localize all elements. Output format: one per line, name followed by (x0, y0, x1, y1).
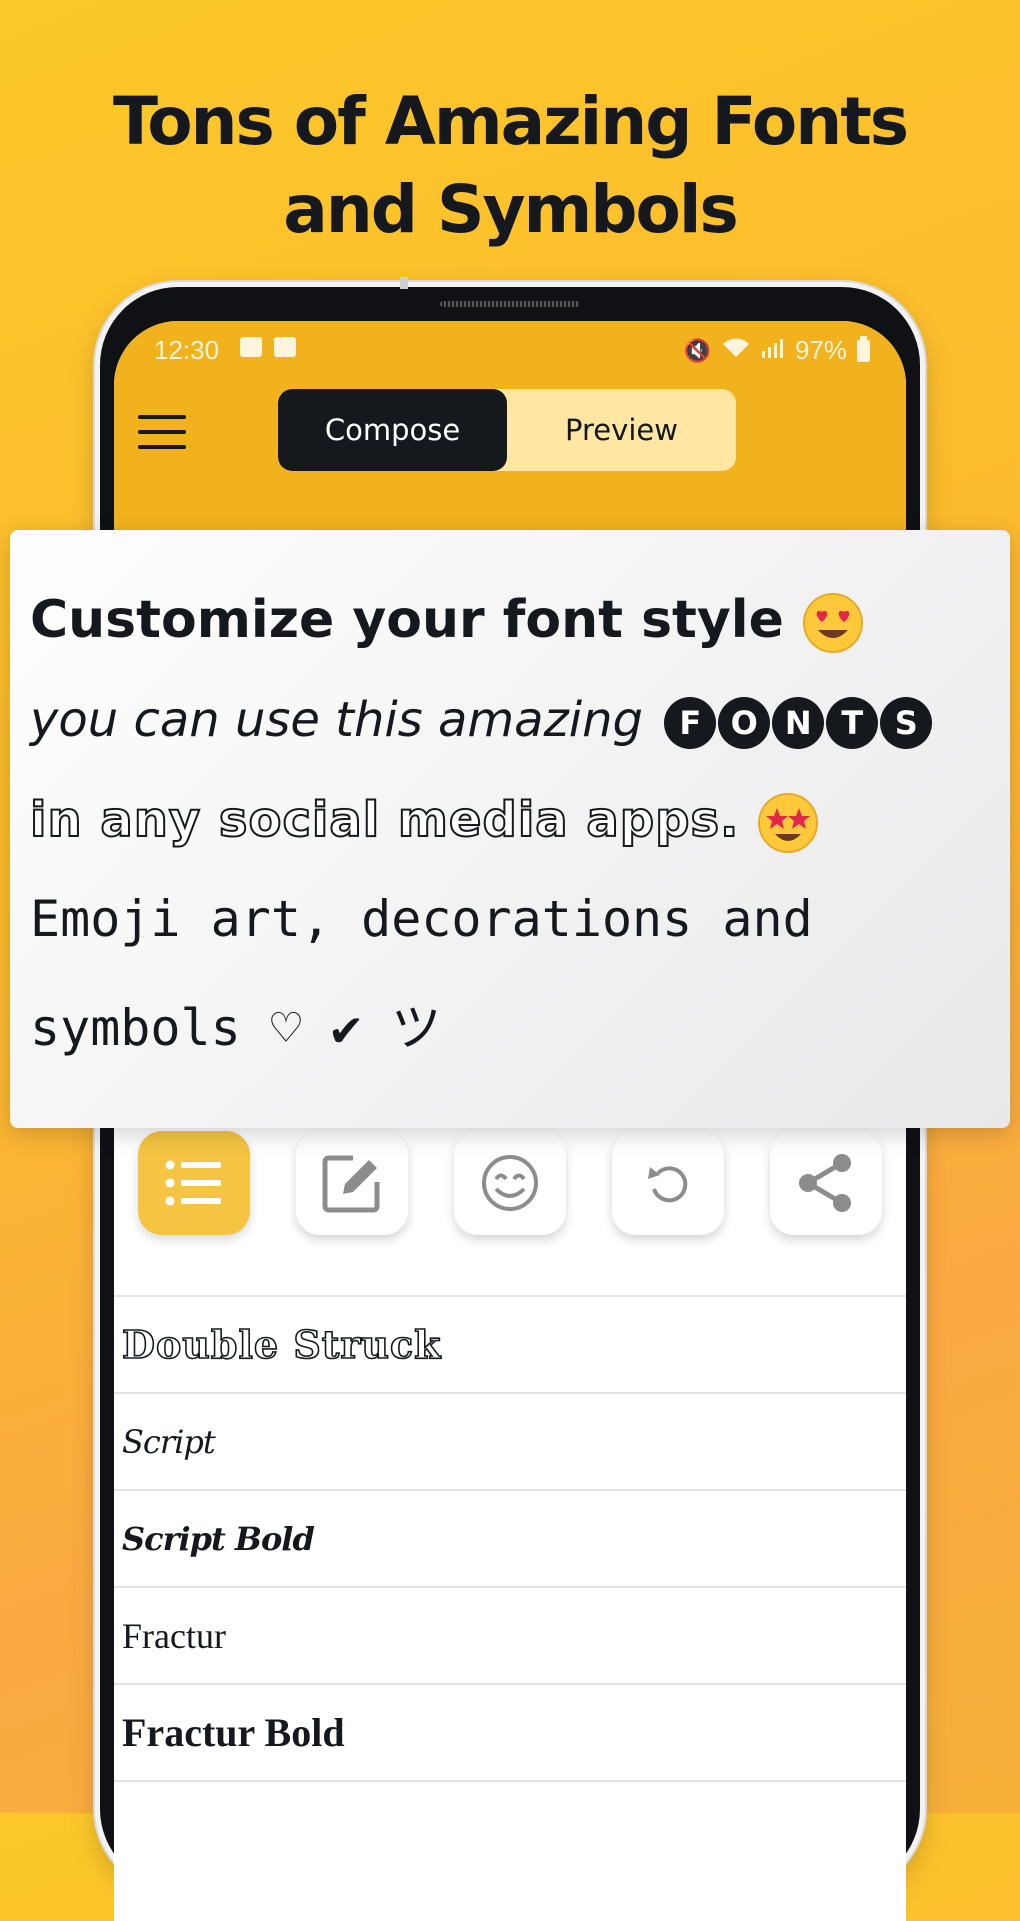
status-notification-icons (240, 337, 296, 357)
font-item-partial[interactable] (114, 1780, 906, 1877)
font-item-double-struck[interactable]: Double Struck (114, 1295, 906, 1392)
card-line-3: in any social media apps. (29, 791, 819, 854)
font-item-fractur-bold[interactable]: Fractur Bold (114, 1683, 906, 1780)
circled-letter: N (772, 697, 825, 749)
card-line-2: you can use this amazing F O N T S (30, 692, 933, 749)
menu-icon[interactable] (138, 415, 186, 449)
font-item-label: Double Struck (121, 1321, 442, 1368)
font-item-label: Script Bold (122, 1519, 315, 1558)
heart-eyes-emoji-icon (802, 593, 863, 653)
star-struck-emoji-icon (758, 793, 819, 853)
undo-button[interactable] (612, 1131, 724, 1235)
font-item-label: Script (122, 1422, 216, 1461)
status-bar: 12:30 🔇 97% (114, 321, 906, 377)
font-item-label: Fractur (122, 1615, 226, 1656)
circled-letter: O (718, 697, 771, 749)
share-icon (799, 1154, 851, 1212)
share-button[interactable] (770, 1131, 882, 1235)
font-item-label: Fractur Bold (122, 1710, 345, 1755)
circled-letter: S (880, 697, 933, 749)
headline: Tons of Amazing Fonts and Symbols (0, 78, 1020, 254)
font-item-script[interactable]: Script (114, 1392, 906, 1489)
image-notification-icon (240, 337, 262, 357)
card-line-1: Customize your font style (30, 590, 864, 654)
card-line-4: Emoji art, decorations and (30, 890, 813, 948)
circled-fonts-word: F O N T S (664, 697, 933, 749)
toolbar (114, 1131, 906, 1271)
preview-text-card: Customize your font style you can use th… (10, 530, 1010, 1128)
phone-speaker-grille (440, 301, 580, 307)
signal-icon (761, 337, 785, 365)
edit-button[interactable] (296, 1131, 408, 1235)
mode-toggle: Compose Preview (278, 389, 736, 471)
card-line-1-text: Customize your font style (30, 590, 784, 650)
headline-line-1: Tons of Amazing Fonts (112, 83, 909, 160)
edit-icon (322, 1155, 380, 1213)
font-list-button[interactable] (138, 1131, 250, 1235)
list-icon (165, 1160, 221, 1206)
font-style-list: Double Struck Script Script Bold Fractur… (114, 1295, 906, 1877)
card-line-3-text: in any social media apps. (29, 791, 740, 849)
status-time: 12:30 (154, 335, 220, 365)
check-notification-icon (274, 337, 296, 357)
headline-line-2: and Symbols (283, 171, 739, 248)
emoji-icon (482, 1155, 538, 1211)
circled-letter: F (664, 697, 717, 749)
font-item-script-bold[interactable]: Script Bold (114, 1489, 906, 1586)
tab-compose[interactable]: Compose (278, 389, 507, 471)
wifi-icon (721, 337, 751, 365)
mute-icon: 🔇 (683, 337, 711, 363)
emoji-button[interactable] (454, 1131, 566, 1235)
tab-preview[interactable]: Preview (507, 389, 736, 471)
card-line-5: symbols ♡ ✔ ツ (30, 999, 442, 1057)
card-line-2-text: you can use this amazing (30, 692, 644, 748)
battery-percent: 97% (794, 335, 847, 365)
status-right: 🔇 97% (684, 335, 870, 366)
battery-icon (857, 335, 870, 362)
undo-icon (648, 1166, 688, 1203)
circled-letter: T (826, 697, 879, 749)
app-header: 12:30 🔇 97% Compose Preview (114, 321, 906, 541)
phone-button (400, 277, 408, 289)
font-item-fractur[interactable]: Fractur (114, 1586, 906, 1683)
